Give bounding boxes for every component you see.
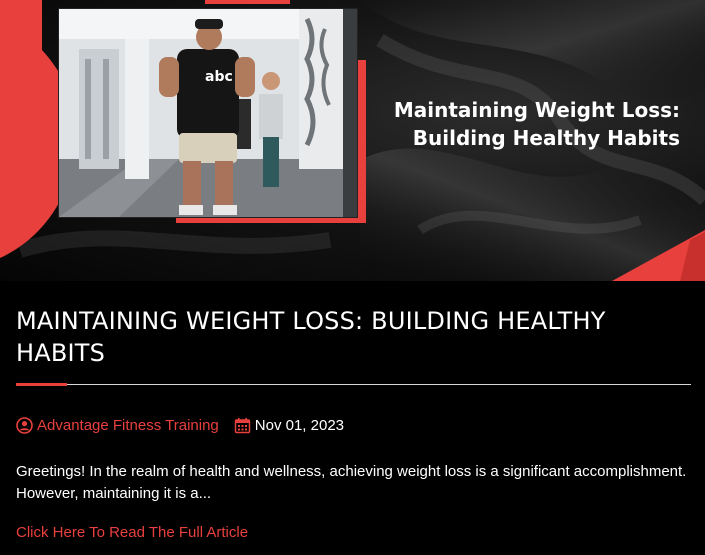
publish-date: Nov 01, 2023 (254, 416, 345, 434)
article-meta: Advantage Fitness Training Nov 01, 2023 (16, 415, 691, 435)
hero-title: Maintaining Weight Loss: Building Health… (350, 96, 680, 152)
author-link[interactable]: Advantage Fitness Training (37, 417, 219, 434)
hero-title-line-2: Building Healthy Habits (412, 126, 680, 150)
title-divider (16, 383, 691, 386)
article-card: MAINTAINING WEIGHT LOSS: BUILDING HEALTH… (16, 281, 691, 542)
hero-banner: abc Maintaining Weight Loss: Building He… (0, 0, 705, 281)
hero-photo: abc (58, 8, 358, 218)
read-full-article-link[interactable]: Click Here To Read The Full Article (16, 524, 248, 541)
shirt-logo-text: abc (205, 69, 233, 85)
title-divider-accent (16, 383, 67, 386)
user-circle-icon (16, 416, 33, 434)
article-excerpt: Greetings! In the realm of health and we… (16, 463, 687, 502)
calendar-icon (234, 417, 251, 434)
hero-title-line-1: Maintaining Weight Loss: (393, 98, 680, 122)
article-title: MAINTAINING WEIGHT LOSS: BUILDING HEALTH… (16, 307, 606, 367)
